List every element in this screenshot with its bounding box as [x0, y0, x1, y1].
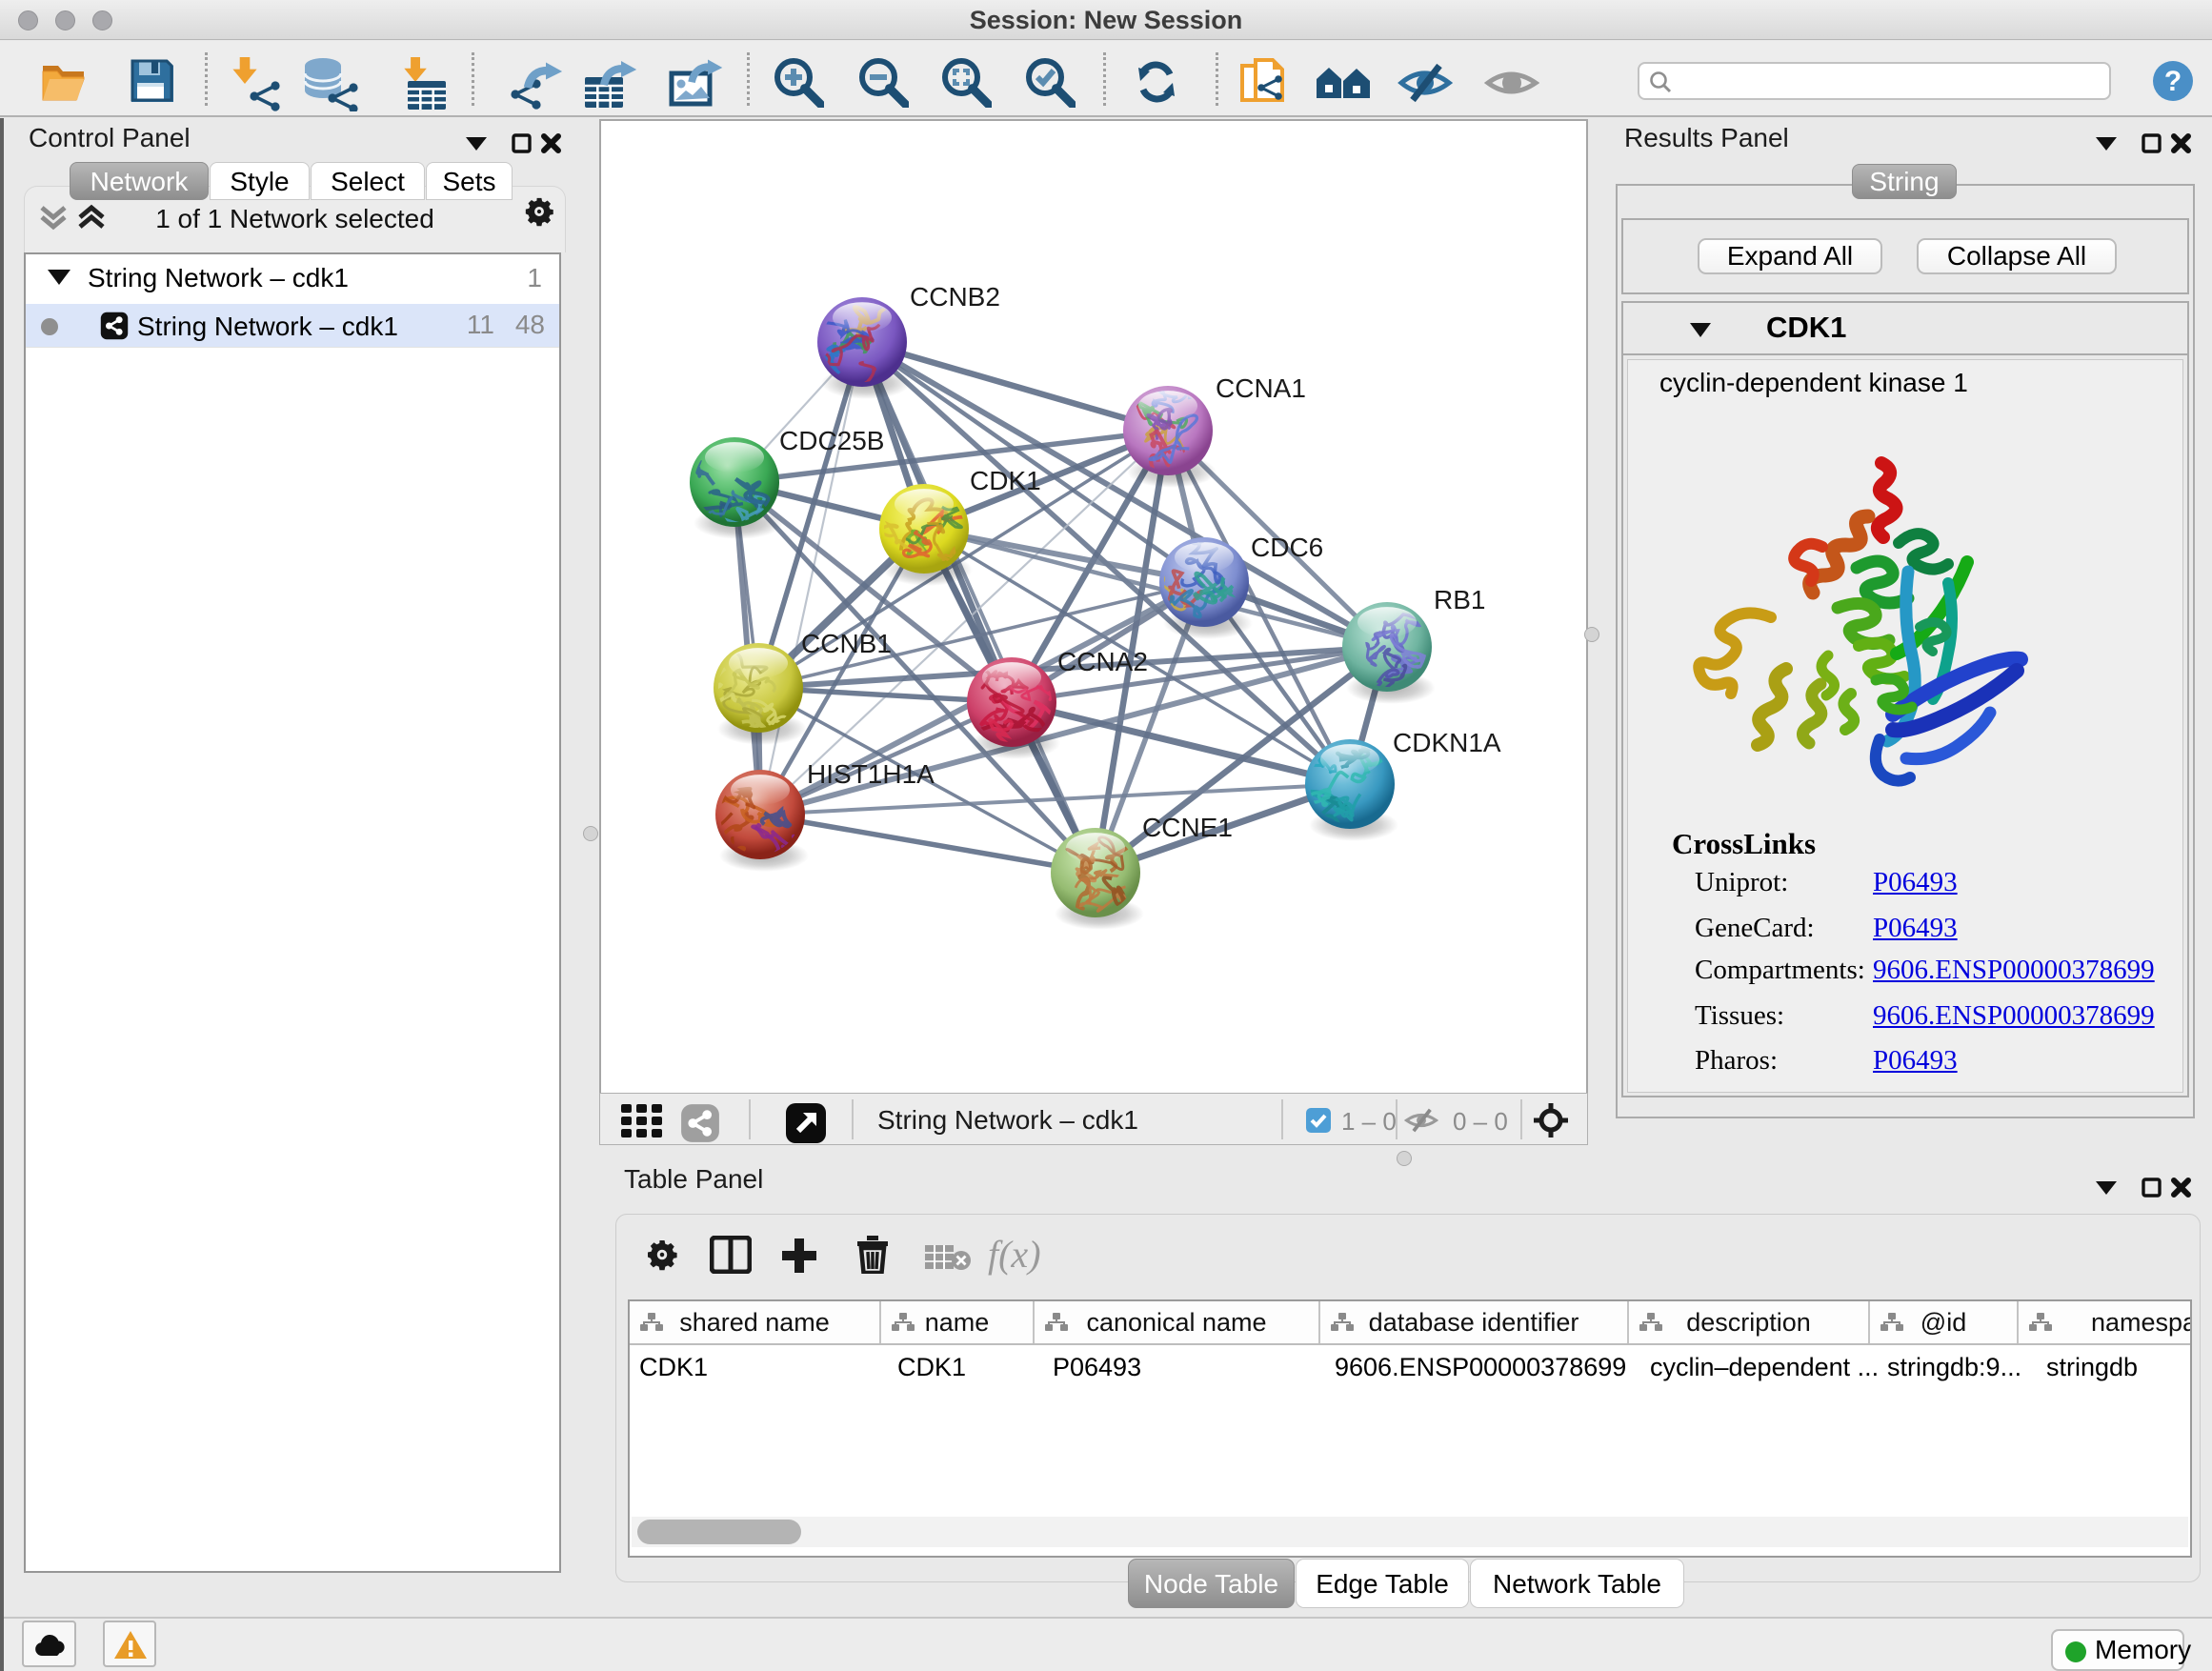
svg-text:CDC6: CDC6: [1251, 533, 1323, 562]
svg-text:RB1: RB1: [1434, 585, 1485, 614]
svg-text:CDKN1A: CDKN1A: [1393, 728, 1501, 757]
svg-text:HIST1H1A: HIST1H1A: [807, 759, 935, 789]
svg-text:CDK1: CDK1: [970, 466, 1041, 495]
svg-text:CCNE1: CCNE1: [1142, 813, 1233, 842]
svg-text:CDC25B: CDC25B: [779, 426, 884, 455]
svg-text:?: ?: [2164, 66, 2182, 97]
svg-text:CCNB1: CCNB1: [801, 629, 892, 658]
svg-text:CCNA2: CCNA2: [1057, 647, 1148, 676]
svg-text:CCNB2: CCNB2: [910, 282, 1000, 312]
svg-text:CCNA1: CCNA1: [1216, 373, 1306, 403]
